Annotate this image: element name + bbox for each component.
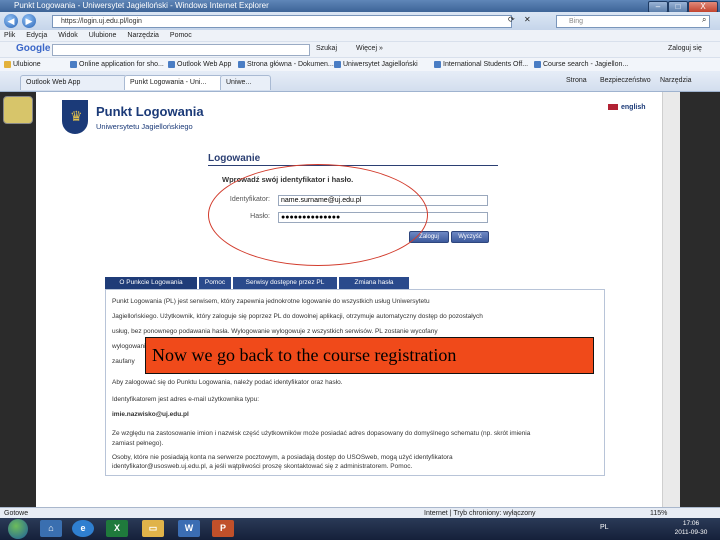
google-login-link[interactable]: Zaloguj się xyxy=(668,45,702,52)
forward-button[interactable]: ▶ xyxy=(22,14,36,28)
internet-explorer-icon[interactable]: e xyxy=(72,520,94,537)
caption-banner: Now we go back to the course registratio… xyxy=(145,337,594,374)
window-title: Punkt Logowania - Uniwersytet Jagiellońs… xyxy=(14,1,269,10)
menu-favorites[interactable]: Ulubione xyxy=(89,32,117,39)
start-button[interactable] xyxy=(8,519,28,539)
site-subtitle: Uniwersytetu Jagiellońskiego xyxy=(96,122,193,131)
info-paragraph: identyfikator@usosweb.uj.edu.pl, a jeśli… xyxy=(112,463,413,470)
system-clock[interactable]: 17:06 2011-09-30 xyxy=(668,519,714,537)
site-title: Punkt Logowania xyxy=(96,104,204,119)
favorite-link[interactable]: Online application for sho... xyxy=(70,58,164,72)
menu-help[interactable]: Pomoc xyxy=(170,32,192,39)
page-icon xyxy=(534,60,541,68)
word-icon[interactable]: W xyxy=(178,520,200,537)
page-icon xyxy=(334,60,341,68)
favorite-link[interactable]: Uniwersytet Jagielloński xyxy=(334,58,418,72)
favorites-bar: Ulubione Online application for sho... O… xyxy=(0,57,720,72)
info-paragraph: Jagiellońskiego. Użytkownik, który zalog… xyxy=(112,313,483,320)
info-paragraph: Aby zalogować się do Punktu Logowania, n… xyxy=(112,379,343,386)
excel-icon[interactable]: X xyxy=(106,520,128,537)
clock-time: 17:06 xyxy=(682,520,700,527)
info-tabs: O Punkcie Logowania Pomoc Serwisy dostęp… xyxy=(105,277,605,289)
info-paragraph: zaufany xyxy=(112,358,135,365)
favorite-link[interactable]: International Students Off... xyxy=(434,58,528,72)
tab-uniwersytet[interactable]: Uniwe... xyxy=(220,75,271,90)
uk-flag-icon xyxy=(608,104,618,111)
left-panel xyxy=(0,92,36,507)
tab-change-password[interactable]: Zmiana hasła xyxy=(339,277,409,289)
info-paragraph: usług, bez ponownego podawania hasła. Wy… xyxy=(112,328,438,335)
window-title-bar: Punkt Logowania - Uniwersytet Jagiellońs… xyxy=(0,0,720,13)
clear-button[interactable]: Wyczyść xyxy=(451,231,489,243)
tab-help[interactable]: Pomoc xyxy=(199,277,231,289)
language-indicator[interactable]: PL xyxy=(600,524,609,531)
menu-file[interactable]: Plik xyxy=(4,32,15,39)
folder-icon[interactable]: ▭ xyxy=(142,520,164,537)
presenter-icon[interactable] xyxy=(3,96,33,124)
example-identifier: imie.nazwisko@uj.edu.pl xyxy=(112,411,189,418)
favorite-link[interactable]: Strona główna - Dokumen... xyxy=(238,58,334,72)
stop-icon[interactable]: ✕ xyxy=(524,15,531,24)
tab-punkt-logowania[interactable]: Punkt Logowania - Uni... xyxy=(124,75,223,90)
google-toolbar: Google Szukaj Więcej » Zaloguj się xyxy=(0,41,720,58)
menu-view[interactable]: Widok xyxy=(58,32,77,39)
address-toolbar: ◀ ▶ https://login.uj.edu.pl/login ⟳ ✕ Bi… xyxy=(0,12,720,30)
tab-strip: Outlook Web App Punkt Logowania - Uni...… xyxy=(0,71,720,92)
star-icon xyxy=(4,60,11,68)
google-logo: Google xyxy=(16,43,51,54)
app-icon[interactable]: ⌂ xyxy=(40,520,62,537)
info-paragraph: Identyfikatorem jest adres e-mail użytko… xyxy=(112,396,260,403)
taskbar: ⌂ e X ▭ W P PL 17:06 2011-09-30 xyxy=(0,518,720,540)
back-button[interactable]: ◀ xyxy=(4,14,18,28)
clock-date: 2011-09-30 xyxy=(674,529,708,536)
google-search-button[interactable]: Szukaj xyxy=(316,45,337,52)
search-input[interactable]: Bing xyxy=(556,15,710,28)
favorite-link[interactable]: Outlook Web App xyxy=(168,58,231,72)
page-icon xyxy=(70,60,77,68)
tab-about[interactable]: O Punkcie Logowania xyxy=(105,277,197,289)
address-bar[interactable]: https://login.uj.edu.pl/login xyxy=(52,15,512,28)
caption-text: Now we go back to the course registratio… xyxy=(152,345,457,365)
tools-menu[interactable]: Narzędzia xyxy=(660,77,692,84)
tab-outlook[interactable]: Outlook Web App xyxy=(20,75,127,90)
info-paragraph: Osoby, które nie posiadają konta na serw… xyxy=(112,454,453,461)
page-icon xyxy=(434,60,441,68)
login-heading: Logowanie xyxy=(208,153,261,164)
favorites-button[interactable]: Ulubione xyxy=(4,58,41,72)
highlight-circle xyxy=(208,164,428,266)
info-paragraph: zamiast pełnego). xyxy=(112,440,164,447)
menu-tools[interactable]: Narzędzia xyxy=(127,32,159,39)
english-link[interactable]: english xyxy=(608,104,646,111)
info-paragraph: Punkt Logowania (PL) jest serwisem, któr… xyxy=(112,298,430,305)
university-crest-icon: ♛ xyxy=(62,100,88,134)
page-menu[interactable]: Strona xyxy=(566,77,587,84)
search-icon[interactable]: ⌕ xyxy=(702,15,706,25)
page-icon xyxy=(168,60,175,68)
info-paragraph: wylogowaniu xyxy=(112,343,150,350)
refresh-icon[interactable]: ⟳ xyxy=(508,15,515,24)
google-search-input[interactable] xyxy=(52,44,310,56)
menu-bar: Plik Edycja Widok Ulubione Narzędzia Pomoc xyxy=(0,30,720,41)
favorite-link[interactable]: Course search - Jagiellon... xyxy=(534,58,628,72)
google-more-button[interactable]: Więcej » xyxy=(356,45,383,52)
vertical-scrollbar[interactable] xyxy=(662,92,680,507)
page-icon xyxy=(238,60,245,68)
safety-menu[interactable]: Bezpieczeństwo xyxy=(600,77,651,84)
powerpoint-icon[interactable]: P xyxy=(212,520,234,537)
info-paragraph: Ze względu na zastosowanie imion i nazwi… xyxy=(112,430,531,437)
right-panel xyxy=(679,92,720,507)
menu-edit[interactable]: Edycja xyxy=(26,32,47,39)
tab-services[interactable]: Serwisy dostępne przez PL xyxy=(233,277,337,289)
